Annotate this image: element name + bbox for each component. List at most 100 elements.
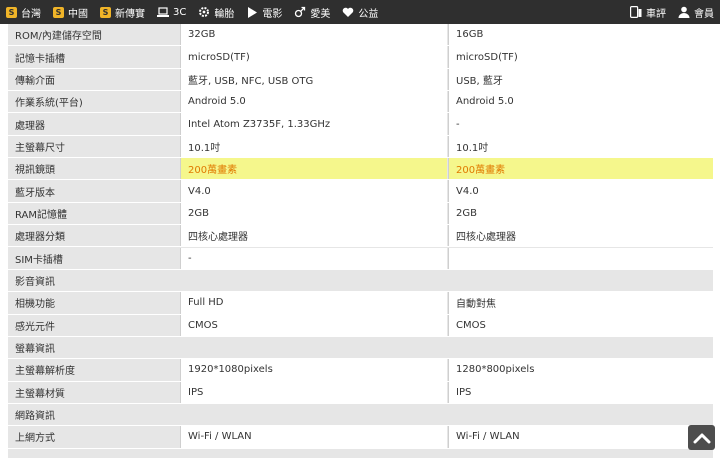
spec-value-product-1: Full HD [180, 292, 447, 314]
spec-label: RAM記憶體 [8, 202, 180, 225]
user-icon [678, 6, 690, 18]
spec-value-product-2 [448, 247, 713, 269]
nav-item-right_items-1[interactable]: 會員 [678, 0, 714, 24]
spec-value-product-2: 1280*800pixels [448, 359, 713, 381]
spec-value-product-2: 四核心處理器 [448, 225, 713, 247]
nav-item-label: 中國 [68, 8, 88, 20]
spec-label: 記憶卡插槽 [8, 46, 180, 68]
chevron-up-icon [693, 433, 710, 443]
spec-value-product-1: 四核心處理器 [180, 225, 447, 247]
nav-item-label: 車評 [646, 8, 666, 20]
nav-item-left_items-4[interactable]: 輪胎 [198, 0, 234, 24]
spec-label: 處理器分類 [8, 225, 180, 247]
nav-item-label: 公益 [358, 8, 379, 20]
spec-value-product-2: USB, 藍牙 [448, 68, 713, 91]
nav-item-left_items-3[interactable]: 3C [157, 0, 186, 24]
top-nav-left: S 台灣 S 中國 S 新傳實 3C 輪胎 電影 愛美 公益 [6, 0, 390, 24]
spec-row: 主螢幕尺寸 10.1吋 10.1吋 [8, 135, 713, 159]
top-nav-right: 車評 會員 [618, 0, 714, 24]
spec-row: 作業系統(平台) Android 5.0 Android 5.0 [8, 91, 713, 114]
spec-label: 主螢幕解析度 [8, 359, 180, 381]
spec-value-product-1: 32GB [180, 24, 447, 46]
s-badge-icon: S [53, 6, 64, 18]
spec-value-product-1: 1920*1080pixels [180, 359, 447, 381]
nav-item-label: 台灣 [21, 8, 41, 20]
nav-item-left_items-6[interactable]: 愛美 [294, 0, 330, 24]
nav-item-left_items-0[interactable]: S 台灣 [6, 0, 41, 24]
spec-value-product-2: 16GB [448, 24, 713, 46]
nav-item-label: 新傳實 [115, 8, 145, 20]
spec-value-product-2: V4.0 [448, 180, 713, 202]
spec-row: 藍牙版本 V4.0 V4.0 [8, 180, 713, 203]
nav-item-label: 輪胎 [214, 8, 235, 20]
spec-label: 感光元件 [8, 314, 180, 336]
spec-row: ROM/內建儲存空間 32GB 16GB [8, 24, 713, 47]
spec-row: 處理器 Intel Atom Z3735F, 1.33GHz - [8, 113, 713, 136]
spec-row: RAM記憶體 2GB 2GB [8, 202, 713, 226]
section-header-label: 影音資訊 [8, 269, 713, 292]
spec-value-product-1: Android 5.0 [180, 91, 447, 113]
spec-value-product-2: 自動對焦 [448, 292, 713, 314]
spec-value-product-2: 200萬畫素 [448, 158, 713, 180]
spec-value-product-1: V4.0 [180, 180, 447, 202]
nav-item-left_items-7[interactable]: 公益 [342, 0, 378, 24]
spec-value-product-1: - [180, 247, 447, 269]
nav-item-label: 愛美 [310, 8, 331, 20]
heart-icon [342, 6, 354, 18]
spec-label: SIM卡插槽 [8, 247, 180, 269]
nav-item-label: 電影 [262, 8, 283, 20]
s-badge-icon: S [6, 6, 17, 18]
spec-label: 藍牙版本 [8, 180, 180, 202]
section-header-row: 影音資訊 [8, 269, 713, 293]
spec-label: ROM/內建儲存空間 [8, 24, 180, 46]
spec-label: 處理器 [8, 113, 180, 135]
spec-value-product-2: CMOS [448, 314, 713, 336]
spec-label: 傳輸介面 [8, 68, 180, 91]
section-header-label: 網路資訊 [8, 403, 713, 426]
spec-row: 記憶卡插槽 microSD(TF) microSD(TF) [8, 46, 713, 69]
spec-row: 傳輸介面 藍牙, USB, NFC, USB OTG USB, 藍牙 [8, 68, 713, 92]
spec-value-product-1: 2GB [180, 202, 447, 225]
nav-item-left_items-2[interactable]: S 新傳實 [100, 0, 145, 24]
spec-label: 視訊鏡頭 [8, 158, 180, 180]
nav-item-label: 會員 [694, 8, 714, 20]
nav-item-right_items-0[interactable]: 車評 [630, 0, 666, 24]
section-header-label: 螢幕資訊 [8, 336, 713, 359]
device-icon [630, 6, 642, 18]
s-badge-icon: S [100, 6, 111, 18]
section-header-row: 網路資訊 [8, 403, 713, 427]
spec-value-product-2: IPS [448, 381, 713, 403]
spec-row: SIM卡插槽 - [8, 247, 713, 270]
spec-label: 上網方式 [8, 426, 180, 448]
spec-comparison-table: ROM/內建儲存空間 32GB 16GB 記憶卡插槽 microSD(TF) microS… [8, 24, 713, 458]
spec-row: 相機功能 Full HD 自動對焦 [8, 292, 713, 315]
spec-row: 處理器分類 四核心處理器 四核心處理器 [8, 225, 713, 248]
play-icon [246, 6, 258, 18]
top-navigation-bar: S 台灣 S 中國 S 新傳實 3C 輪胎 電影 愛美 公益 車評 會員 [0, 0, 720, 24]
laptop-icon [157, 6, 169, 18]
spec-row: 主螢幕材質 IPS IPS [8, 381, 713, 404]
spec-label: 相機功能 [8, 292, 180, 314]
spec-value-product-1: 200萬畫素 [180, 158, 447, 180]
nav-item-label: 3C [173, 6, 187, 18]
spec-value-product-2: Wi-Fi / WLAN [448, 426, 713, 448]
spec-value-product-1: Intel Atom Z3735F, 1.33GHz [180, 113, 447, 135]
gender-icon [294, 6, 306, 18]
spec-row: 視訊鏡頭 200萬畫素 200萬畫素 [8, 158, 713, 181]
gear-icon [198, 6, 210, 18]
section-header-row: 螢幕資訊 [8, 336, 713, 360]
spec-value-product-2: Android 5.0 [448, 91, 713, 113]
spec-row: 上網方式 Wi-Fi / WLAN Wi-Fi / WLAN [8, 426, 713, 449]
nav-item-left_items-1[interactable]: S 中國 [53, 0, 88, 24]
scroll-to-top-button[interactable] [688, 425, 715, 450]
spec-value-product-1: CMOS [180, 314, 447, 336]
spec-value-product-2: 10.1吋 [448, 135, 713, 158]
spec-value-product-1: 藍牙, USB, NFC, USB OTG [180, 68, 447, 91]
spec-value-product-2: 2GB [448, 202, 713, 225]
nav-item-left_items-5[interactable]: 電影 [246, 0, 282, 24]
spec-value-product-1: Wi-Fi / WLAN [180, 426, 447, 448]
spec-value-product-1: microSD(TF) [180, 46, 447, 68]
spec-value-product-2: microSD(TF) [448, 46, 713, 68]
spec-label: 主螢幕尺寸 [8, 135, 180, 158]
spec-row: 主螢幕解析度 1920*1080pixels 1280*800pixels [8, 359, 713, 382]
